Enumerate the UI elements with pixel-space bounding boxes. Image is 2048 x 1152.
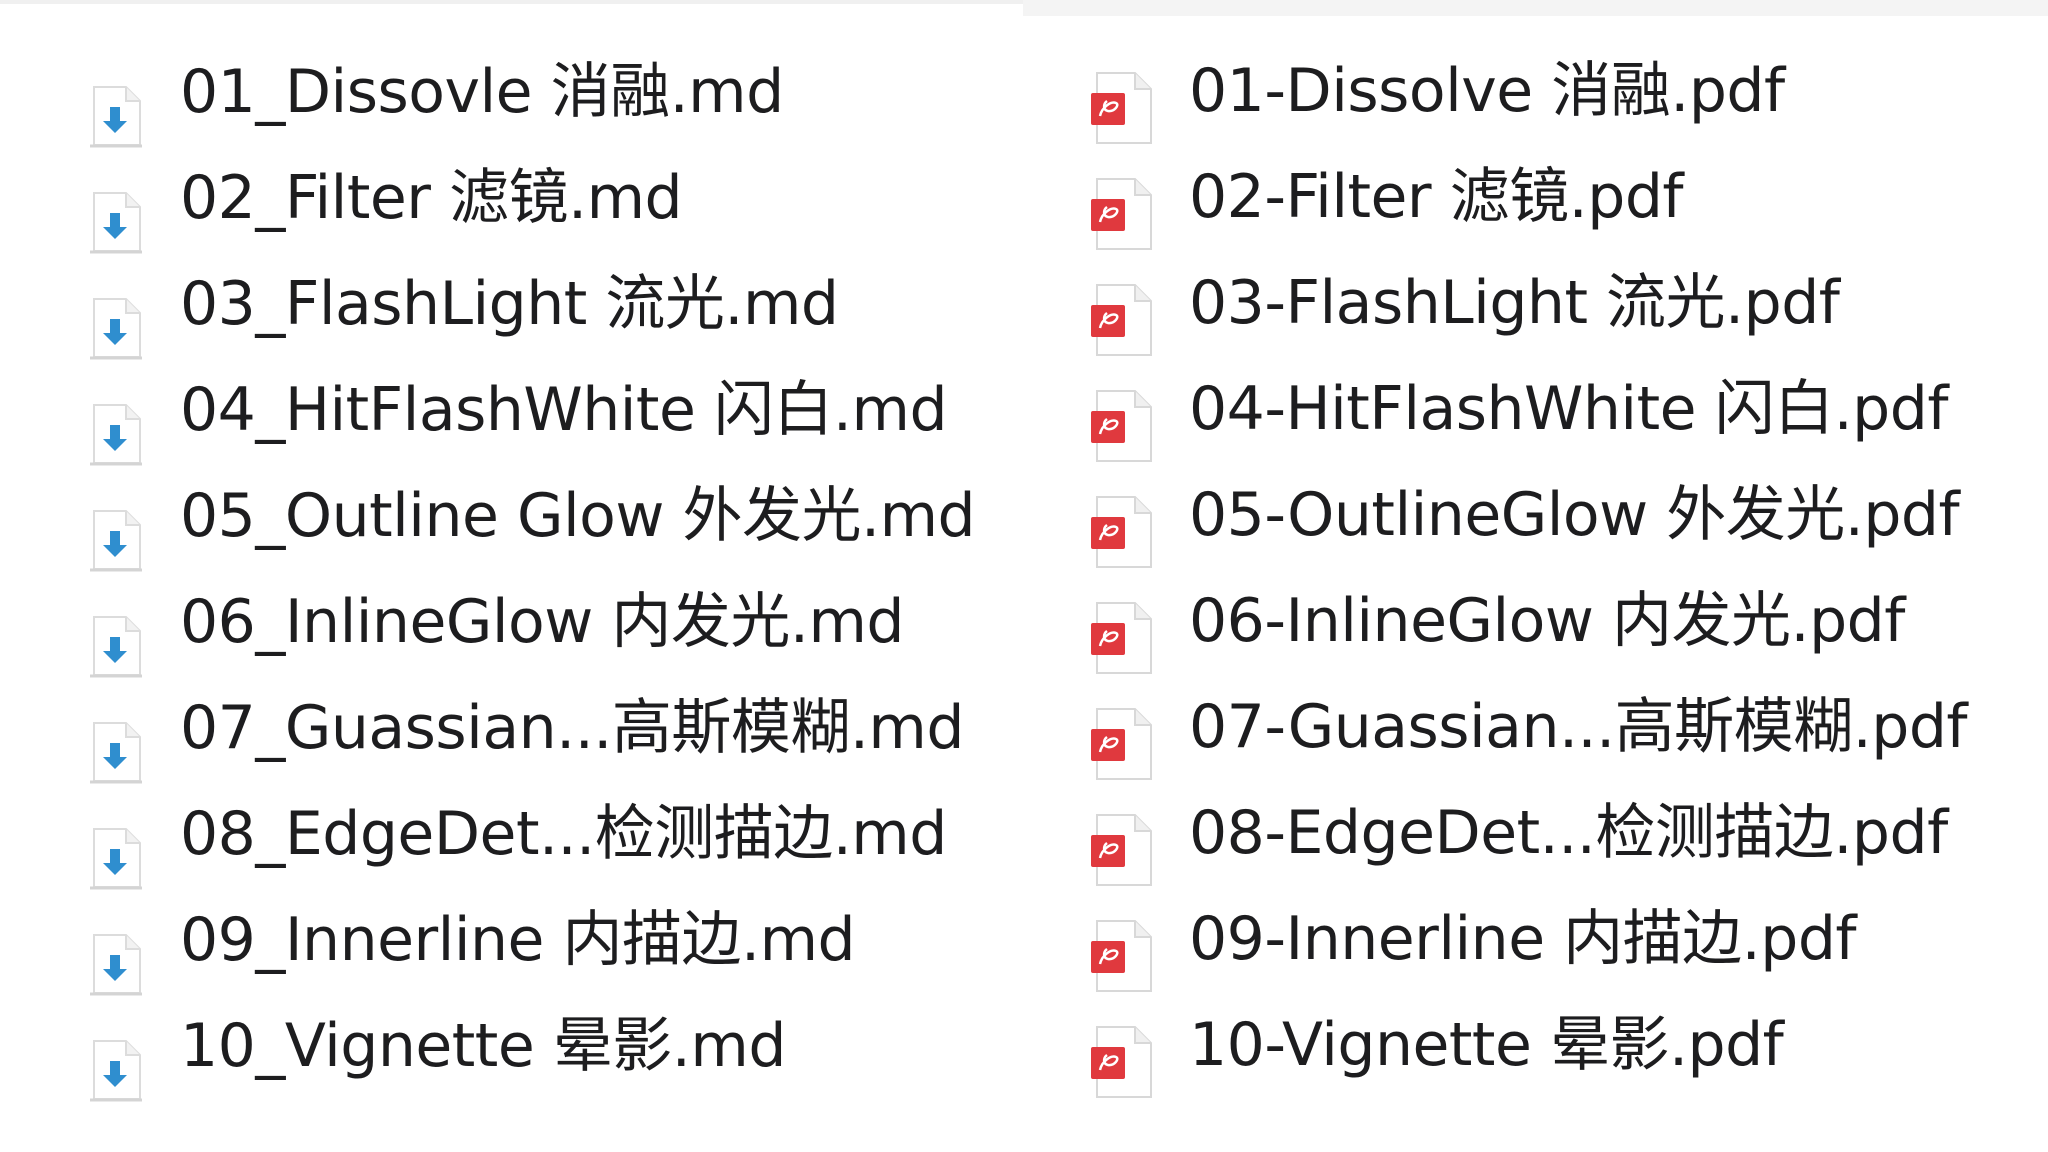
markdown-download-icon <box>88 297 144 361</box>
markdown-download-icon <box>88 933 144 997</box>
file-row-md[interactable]: 08_EdgeDet...检测描边.md <box>0 787 1023 890</box>
file-name: 04-HitFlashWhite 闪白.pdf <box>1189 374 1948 444</box>
file-row-pdf[interactable]: 06-InlineGlow 内发光.pdf <box>1023 566 2048 674</box>
file-row-pdf[interactable]: 10-Vignette 晕影.pdf <box>1023 990 2048 1098</box>
markdown-file-list: 01_Dissovle 消融.md 02_Filter 滤镜.md 03_Fla… <box>0 0 1023 1152</box>
file-row-pdf[interactable]: 02-Filter 滤镜.pdf <box>1023 142 2048 250</box>
file-name: 06_InlineGlow 内发光.md <box>180 587 904 657</box>
file-name: 08-EdgeDet...检测描边.pdf <box>1189 798 1948 868</box>
file-row-pdf[interactable]: 08-EdgeDet...检测描边.pdf <box>1023 778 2048 886</box>
markdown-download-icon <box>88 509 144 573</box>
file-name: 05_Outline Glow 外发光.md <box>180 481 976 551</box>
file-row-pdf[interactable]: 03-FlashLight 流光.pdf <box>1023 248 2048 356</box>
file-row-md[interactable]: 10_Vignette 晕影.md <box>0 999 1023 1102</box>
file-name: 01_Dissovle 消融.md <box>180 57 784 127</box>
markdown-download-icon <box>88 191 144 255</box>
pdf-icon <box>1089 601 1155 677</box>
pdf-icon <box>1089 1025 1155 1101</box>
pdf-icon <box>1089 389 1155 465</box>
file-name: 04_HitFlashWhite 闪白.md <box>180 375 948 445</box>
file-row-md[interactable]: 05_Outline Glow 外发光.md <box>0 469 1023 572</box>
markdown-download-icon <box>88 85 144 149</box>
file-row-md[interactable]: 01_Dissovle 消融.md <box>0 45 1023 148</box>
pdf-icon <box>1089 177 1155 253</box>
pdf-icon <box>1089 707 1155 783</box>
markdown-download-icon <box>88 1039 144 1103</box>
pdf-icon <box>1089 919 1155 995</box>
file-name: 09_Innerline 内描边.md <box>180 905 856 975</box>
file-row-pdf[interactable]: 09-Innerline 内描边.pdf <box>1023 884 2048 992</box>
file-row-pdf[interactable]: 05-OutlineGlow 外发光.pdf <box>1023 460 2048 568</box>
file-name: 09-Innerline 内描边.pdf <box>1189 904 1857 974</box>
pdf-icon <box>1089 495 1155 571</box>
file-row-pdf[interactable]: 07-Guassian...高斯模糊.pdf <box>1023 672 2048 780</box>
file-row-md[interactable]: 07_Guassian...高斯模糊.md <box>0 681 1023 784</box>
file-row-md[interactable]: 04_HitFlashWhite 闪白.md <box>0 363 1023 466</box>
file-row-md[interactable]: 02_Filter 滤镜.md <box>0 151 1023 254</box>
file-name: 08_EdgeDet...检测描边.md <box>180 799 947 869</box>
pdf-icon <box>1089 71 1155 147</box>
file-name: 05-OutlineGlow 外发光.pdf <box>1189 480 1960 550</box>
file-name: 03-FlashLight 流光.pdf <box>1189 268 1840 338</box>
file-name: 07_Guassian...高斯模糊.md <box>180 693 964 763</box>
pdf-file-list: 01-Dissolve 消融.pdf 02-Filter 滤镜.pdf 03-F… <box>1023 0 2048 1152</box>
file-name: 10-Vignette 晕影.pdf <box>1189 1010 1784 1080</box>
pdf-icon <box>1089 283 1155 359</box>
file-name: 02_Filter 滤镜.md <box>180 163 683 233</box>
file-row-pdf[interactable]: 01-Dissolve 消融.pdf <box>1023 36 2048 144</box>
markdown-download-icon <box>88 827 144 891</box>
file-name: 02-Filter 滤镜.pdf <box>1189 162 1684 232</box>
file-name: 07-Guassian...高斯模糊.pdf <box>1189 692 1968 762</box>
markdown-download-icon <box>88 721 144 785</box>
file-row-md[interactable]: 09_Innerline 内描边.md <box>0 893 1023 996</box>
markdown-download-icon <box>88 403 144 467</box>
file-name: 06-InlineGlow 内发光.pdf <box>1189 586 1905 656</box>
file-name: 03_FlashLight 流光.md <box>180 269 839 339</box>
file-row-md[interactable]: 06_InlineGlow 内发光.md <box>0 575 1023 678</box>
file-row-pdf[interactable]: 04-HitFlashWhite 闪白.pdf <box>1023 354 2048 462</box>
file-name: 10_Vignette 晕影.md <box>180 1011 786 1081</box>
markdown-download-icon <box>88 615 144 679</box>
file-name: 01-Dissolve 消融.pdf <box>1189 56 1785 126</box>
file-row-md[interactable]: 03_FlashLight 流光.md <box>0 257 1023 360</box>
pdf-icon <box>1089 813 1155 889</box>
